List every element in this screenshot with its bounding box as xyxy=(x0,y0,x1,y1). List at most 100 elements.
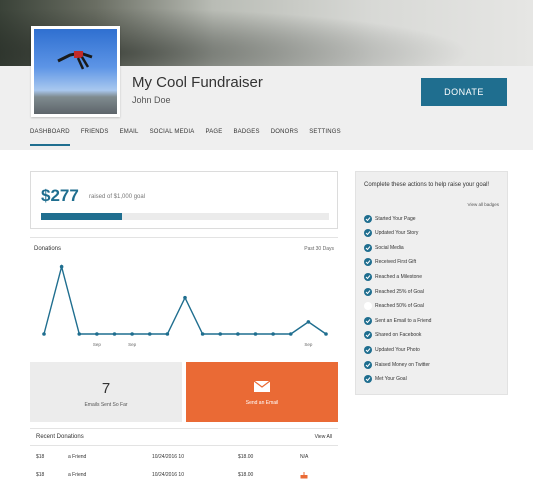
badge-item: Received First Gift xyxy=(364,257,416,268)
checkmark-icon xyxy=(364,316,372,325)
badge-item: Reached a Milestone xyxy=(364,271,422,282)
chart-point[interactable] xyxy=(42,332,46,336)
recent-donations-title: Recent Donations xyxy=(36,434,84,440)
row-total: $18.00 xyxy=(238,472,254,478)
tab-email[interactable]: EMAIL xyxy=(120,126,139,146)
row-amount: $18 xyxy=(36,454,45,460)
row-donor: a Friend xyxy=(68,472,87,478)
x-tick-label: Sep xyxy=(128,342,137,347)
chart-point[interactable] xyxy=(77,332,82,336)
envelope-icon xyxy=(254,381,270,392)
x-tick-label: Sep xyxy=(304,342,313,347)
raised-goal-text: raised of $1,000 goal xyxy=(89,194,146,200)
owner-name[interactable]: John Doe xyxy=(132,95,171,105)
badge-label: Shared on Facebook xyxy=(375,332,422,339)
badges-panel-title: Complete these actions to help raise you… xyxy=(364,182,490,188)
row-amount: $18 xyxy=(36,472,45,478)
chart-point[interactable] xyxy=(183,295,187,300)
tab-dashboard[interactable]: DASHBOARD xyxy=(30,126,70,146)
chart-plot: Sep Sep Sep xyxy=(42,263,328,347)
badge-label: Social Media xyxy=(375,244,404,251)
checkmark-icon xyxy=(364,214,372,223)
badge-item: Reached 50% of Goal xyxy=(364,301,424,312)
badge-item: Started Your Page xyxy=(364,213,416,224)
badges-panel: Complete these actions to help raise you… xyxy=(355,171,508,395)
checkmark-icon xyxy=(364,331,372,340)
chart-point[interactable] xyxy=(288,332,293,336)
tab-friends[interactable]: FRIENDS xyxy=(81,126,109,146)
tab-badges[interactable]: BADGES xyxy=(233,126,259,146)
chart-point[interactable] xyxy=(236,332,240,336)
chart-point[interactable] xyxy=(200,332,205,336)
row-date: 10/24/2016 10 xyxy=(152,454,184,460)
badge-label: Received First Gift xyxy=(375,259,417,266)
badge-item: Updated Your Photo xyxy=(364,344,420,355)
emails-sent-count: 7 xyxy=(101,380,111,397)
donate-button[interactable]: DONATE xyxy=(421,78,507,106)
emails-sent-label: Emails Sent So Far xyxy=(84,402,128,408)
table-row: $18 a Friend 10/24/2016 10 $18.00 xyxy=(30,468,338,484)
badge-item: Social Media xyxy=(364,242,404,253)
badge-item: Shared on Facebook xyxy=(364,330,421,341)
fundraiser-title: My Cool Fundraiser xyxy=(132,74,263,91)
row-total: $18.00 xyxy=(238,454,254,460)
badge-item: Reached 25% of Goal xyxy=(364,286,424,297)
badge-label: Reached a Milestone xyxy=(375,273,422,280)
emails-sent-box: 7 Emails Sent So Far xyxy=(30,362,182,422)
badge-label: Reached 25% of Goal xyxy=(375,288,424,295)
chart-range-select[interactable]: Past 30 Days xyxy=(304,246,334,252)
chart-point[interactable] xyxy=(130,332,134,336)
checkmark-icon xyxy=(364,258,372,267)
badge-label: Met Your Goal xyxy=(375,376,407,383)
progress-fill xyxy=(41,213,122,220)
badge-item: Met Your Goal xyxy=(364,374,407,385)
chart-series-line xyxy=(43,263,327,335)
badge-item: Updated Your Story xyxy=(364,228,418,239)
checkmark-icon xyxy=(364,272,372,281)
row-donor: a Friend xyxy=(68,454,87,460)
jumper-figure-icon xyxy=(57,51,93,70)
chart-point[interactable] xyxy=(306,320,311,324)
tab-social-media[interactable]: SOCIAL MEDIA xyxy=(150,126,195,146)
chart-point[interactable] xyxy=(271,332,275,336)
checkmark-icon xyxy=(364,243,372,252)
checkmark-icon xyxy=(364,375,372,384)
badge-item: Sent an Email to a Friend xyxy=(364,315,431,326)
badge-label: Started Your Page xyxy=(375,215,416,222)
badge-label: Updated Your Story xyxy=(375,230,419,237)
send-email-button[interactable]: Send an Email xyxy=(186,362,338,422)
chart-point[interactable] xyxy=(165,332,170,336)
raised-amount: $277 xyxy=(41,186,79,205)
badge-label: Updated Your Photo xyxy=(375,346,420,353)
dashboard-tabs: DASHBOARD FRIENDS EMAIL SOCIAL MEDIA PAG… xyxy=(30,126,341,146)
checkmark-icon xyxy=(364,360,372,369)
raised-card: $277 raised of $1,000 goal xyxy=(30,171,338,229)
chart-point[interactable] xyxy=(147,332,152,336)
table-row: $18 a Friend 10/24/2016 10 $18.00 N/A xyxy=(30,450,338,466)
profile-photo[interactable] xyxy=(31,26,120,117)
send-email-label: Send an Email xyxy=(245,400,279,406)
tab-settings[interactable]: SETTINGS xyxy=(309,126,341,146)
view-all-link[interactable]: View All xyxy=(315,434,332,440)
chart-point[interactable] xyxy=(218,332,223,336)
checkmark-icon xyxy=(364,287,372,296)
chart-point[interactable] xyxy=(253,332,258,336)
view-all-badges-link[interactable]: View all badges xyxy=(468,202,499,207)
tab-donors[interactable]: DONORS xyxy=(271,126,299,146)
chart-point[interactable] xyxy=(324,332,328,336)
cake-icon xyxy=(300,472,308,479)
empty-circle-icon xyxy=(364,302,372,311)
chart-point[interactable] xyxy=(112,332,117,336)
badge-label: Raised Money on Twitter xyxy=(375,361,430,368)
x-tick-label: Sep xyxy=(93,342,102,347)
chart-title: Donations xyxy=(34,246,62,252)
tab-page[interactable]: PAGE xyxy=(205,126,222,146)
chart-point[interactable] xyxy=(95,332,99,336)
checkmark-icon xyxy=(364,229,372,238)
recent-donations-header: Recent Donations View All xyxy=(30,428,338,446)
chart-point[interactable] xyxy=(59,264,64,269)
badge-item: Raised Money on Twitter xyxy=(364,359,430,370)
progress-bar xyxy=(41,213,329,220)
donations-chart: Donations Past 30 Days Sep Sep Sep xyxy=(30,237,338,353)
row-date: 10/24/2016 10 xyxy=(152,472,184,478)
